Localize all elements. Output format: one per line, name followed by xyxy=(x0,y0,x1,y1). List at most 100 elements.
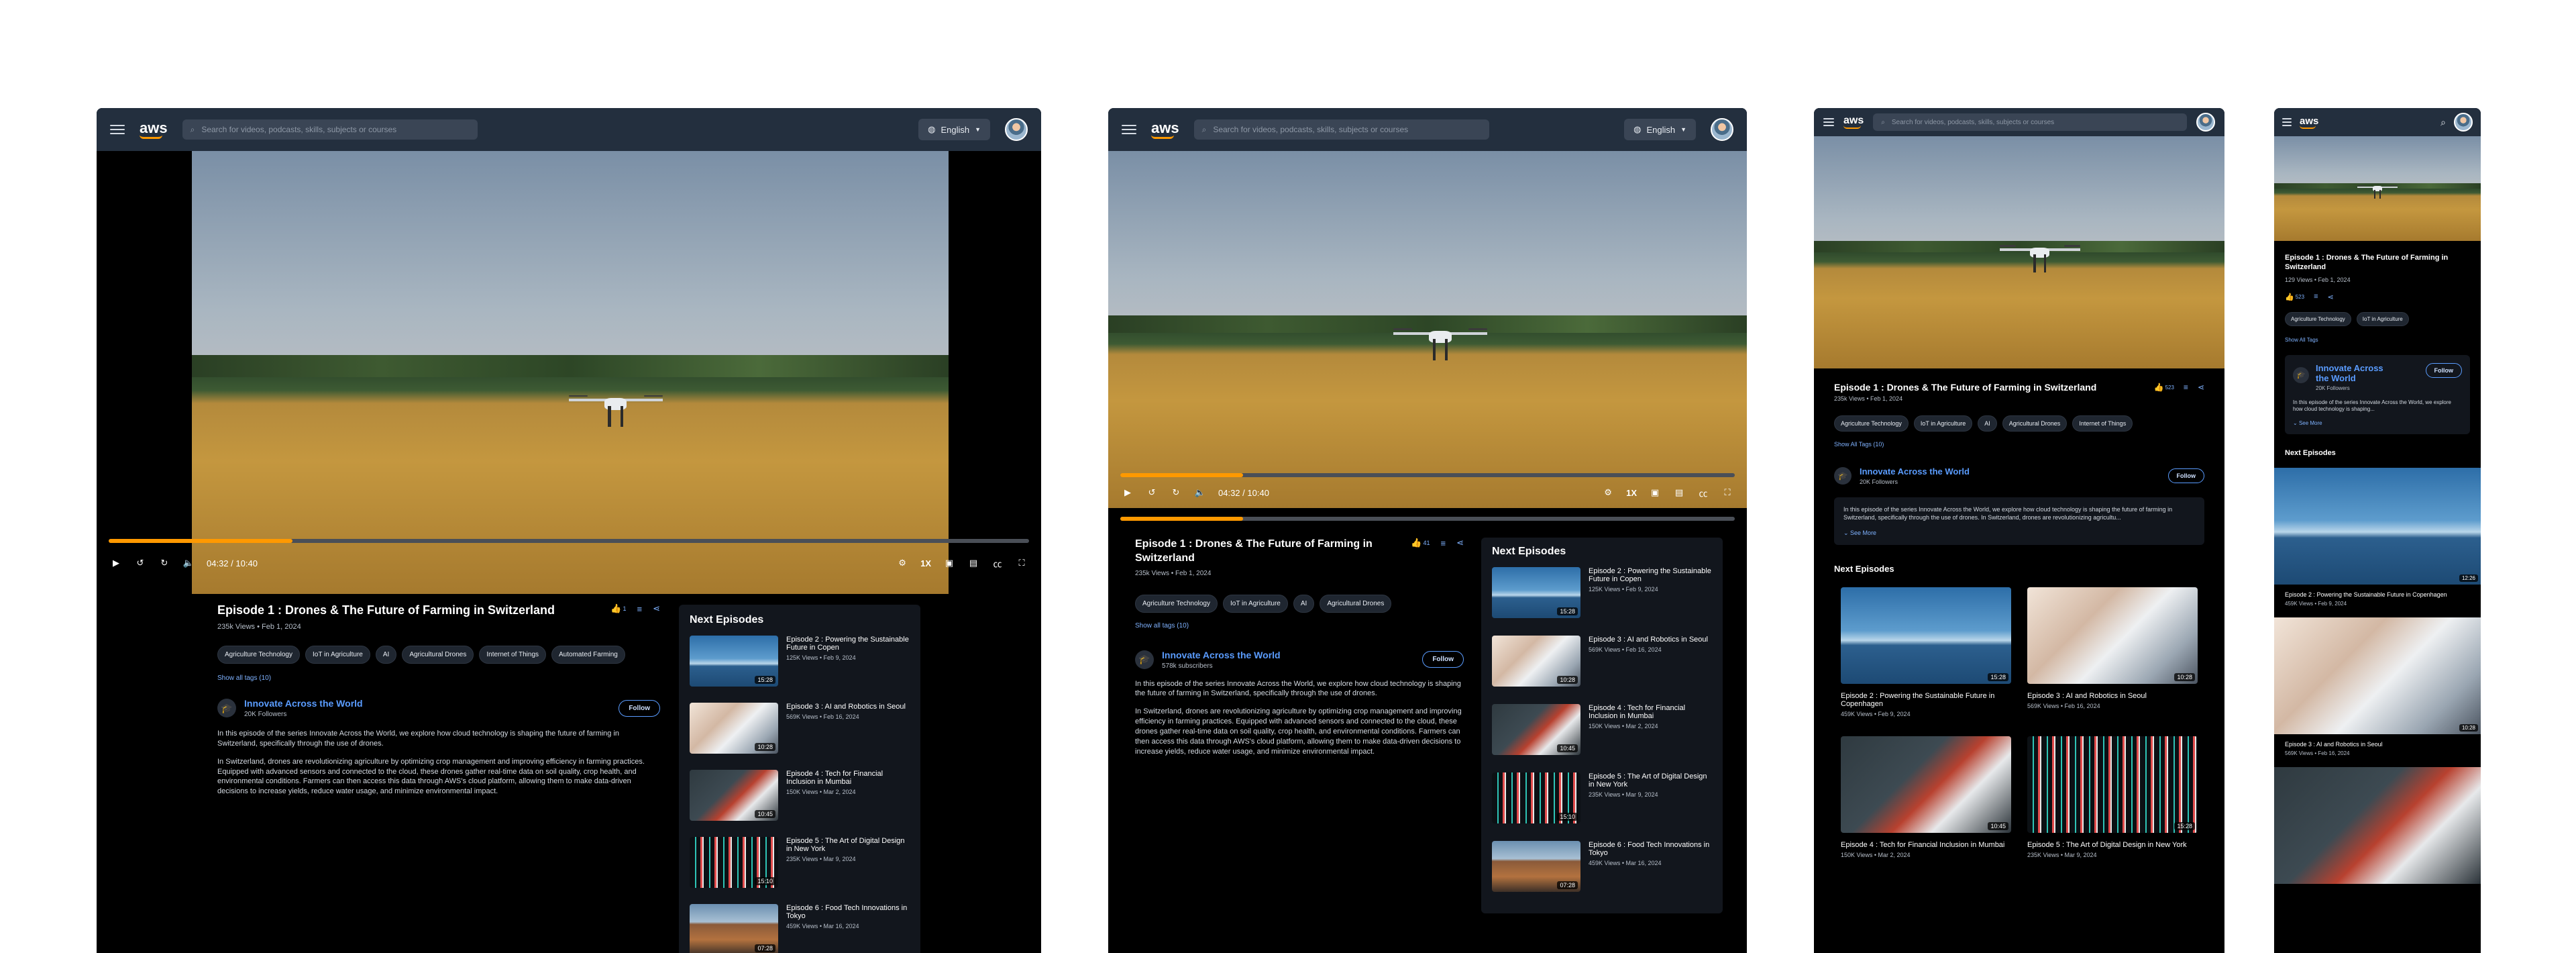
aws-logo[interactable]: aws xyxy=(1151,120,1179,139)
list-item[interactable]: 15:28 Episode 2 : Powering the Sustainabl… xyxy=(690,636,910,687)
play-icon[interactable]: ▶ xyxy=(110,557,122,569)
list-item[interactable]: 15:28 Episode 5 : The Art of Digital Desi… xyxy=(2027,736,2198,858)
tag-chip[interactable]: IoT in Agriculture xyxy=(1913,415,1973,432)
search-icon[interactable]: ⌕ xyxy=(2440,117,2446,128)
share-icon[interactable]: ⋖ xyxy=(1456,538,1464,548)
tag-chip[interactable]: Agriculture Technology xyxy=(1834,415,1909,432)
avatar[interactable] xyxy=(1711,118,1733,141)
list-item[interactable]: 15:28 Episode 2 : Powering the Sustainabl… xyxy=(1492,567,1712,618)
list-item[interactable]: 10:28 Episode 3 : AI and Robotics in Seo… xyxy=(2274,617,2481,756)
list-item[interactable]: 10:45 Episode 4 : Tech for Financial Incl… xyxy=(690,770,910,821)
share-icon[interactable]: ⋖ xyxy=(2327,293,2333,301)
tag-chip[interactable]: Automated Farming xyxy=(551,646,625,664)
search-bar[interactable]: ⌕ Search for videos, podcasts, skills, s… xyxy=(1873,113,2187,131)
fullscreen-icon[interactable]: ⛶ xyxy=(1721,487,1733,499)
video-player[interactable]: ▶ ↺ ↻ 🔈 04:32 / 10:40 ⚙ 1X ▣ ▤ ㏄ ⛶ xyxy=(97,151,1041,594)
aws-logo[interactable]: aws xyxy=(2300,116,2318,129)
menu-icon[interactable] xyxy=(110,125,125,134)
tag-chip[interactable]: Agriculture Technology xyxy=(1135,594,1218,613)
list-item[interactable]: 10:28 Episode 3 : AI and Robotics in Seou… xyxy=(1492,636,1712,687)
progress-bar[interactable] xyxy=(1120,473,1735,477)
avatar[interactable] xyxy=(2196,113,2215,132)
tag-chip[interactable]: Agricultural Drones xyxy=(402,646,474,664)
fullscreen-icon[interactable]: ⛶ xyxy=(1016,557,1028,569)
show-all-tags-link[interactable]: Show all tags (10) xyxy=(217,674,660,682)
list-item[interactable]: 10:28 Episode 3 : AI and Robotics in Seou… xyxy=(690,703,910,754)
forward-icon[interactable]: ↻ xyxy=(158,557,170,569)
volume-icon[interactable]: 🔈 xyxy=(182,557,195,569)
language-selector[interactable]: ◍ English ▼ xyxy=(1624,119,1696,140)
share-icon[interactable]: ⋖ xyxy=(2198,383,2204,392)
aws-logo[interactable]: aws xyxy=(140,120,168,139)
follow-button[interactable]: Follow xyxy=(2425,362,2462,378)
channel-name[interactable]: Innovate Across the World xyxy=(1162,650,1414,660)
list-item[interactable]: 15:10 Episode 5 : The Art of Digital Desi… xyxy=(1492,772,1712,823)
tag-chip[interactable]: AI xyxy=(375,646,397,664)
list-item[interactable]: 15:28 Episode 2 : Powering the Sustainabl… xyxy=(1841,587,2011,717)
play-icon[interactable]: ▶ xyxy=(1122,487,1134,499)
channel-name[interactable]: Innovate Across the World xyxy=(1860,466,2160,476)
menu-icon[interactable] xyxy=(1122,125,1136,134)
aws-logo[interactable]: aws xyxy=(1843,115,1864,129)
tag-chip[interactable]: Agricultural Drones xyxy=(1320,594,1392,613)
playlist-add-icon[interactable]: ≡ xyxy=(2314,293,2318,301)
list-item[interactable]: 10:45 Episode 4 : Tech for Financial Incl… xyxy=(1841,736,2011,858)
see-more-link[interactable]: ⌄ See More xyxy=(1843,530,2195,537)
pip-icon[interactable]: ▣ xyxy=(943,557,955,569)
tag-chip[interactable]: Internet of Things xyxy=(2072,415,2133,432)
avatar[interactable] xyxy=(2454,113,2473,132)
search-bar[interactable]: ⌕ Search for videos, podcasts, skills, s… xyxy=(1193,119,1489,140)
tag-chip[interactable]: IoT in Agriculture xyxy=(305,646,370,664)
progress-bar[interactable] xyxy=(1120,517,1735,521)
gear-icon[interactable]: ⚙ xyxy=(896,557,908,569)
tag-chip[interactable]: AI xyxy=(1293,594,1315,613)
tag-chip[interactable]: IoT in Agriculture xyxy=(2356,311,2409,326)
menu-icon[interactable] xyxy=(2282,118,2292,126)
pip-icon[interactable]: ▣ xyxy=(1649,487,1661,499)
list-item[interactable]: 10:28 Episode 3 : AI and Robotics in Seou… xyxy=(2027,587,2198,717)
list-item[interactable]: 12:26 Episode 2 : Powering the Sustainab… xyxy=(2274,468,2481,607)
rewind-icon[interactable]: ↺ xyxy=(1146,487,1158,499)
show-all-tags-link[interactable]: Show All Tags (10) xyxy=(1834,441,2204,448)
list-item[interactable]: 07:28 Episode 6 : Food Tech Innovations i… xyxy=(690,904,910,953)
video-frame[interactable] xyxy=(2274,136,2481,241)
transcript-icon[interactable]: ▤ xyxy=(967,557,979,569)
tag-chip[interactable]: Agriculture Technology xyxy=(2285,311,2351,326)
playlist-add-icon[interactable]: ≡ xyxy=(1441,538,1446,548)
show-all-tags-link[interactable]: Show all tags (10) xyxy=(1135,622,1464,630)
tag-chip[interactable]: Agriculture Technology xyxy=(217,646,300,664)
list-item[interactable]: 10:45 Episode 4 : Tech for Financial Incl… xyxy=(1492,704,1712,755)
tag-chip[interactable]: IoT in Agriculture xyxy=(1223,594,1288,613)
speed-button[interactable]: 1X xyxy=(1626,488,1637,498)
avatar[interactable] xyxy=(1005,118,1028,141)
channel-name[interactable]: Innovate Across the World xyxy=(244,698,610,709)
follow-button[interactable]: Follow xyxy=(2167,468,2204,483)
tag-chip[interactable]: AI xyxy=(1978,415,1997,432)
search-bar[interactable]: ⌕ Search for videos, podcasts, skills, s… xyxy=(182,119,478,140)
see-more-link[interactable]: ⌄ See More xyxy=(2293,420,2462,426)
channel-name-line2[interactable]: the World xyxy=(2316,373,2419,383)
captions-icon[interactable]: ㏄ xyxy=(1697,487,1709,499)
show-all-tags-link[interactable]: Show All Tags xyxy=(2285,337,2470,343)
playlist-add-icon[interactable]: ≡ xyxy=(2184,383,2188,392)
share-icon[interactable]: ⋖ xyxy=(653,603,660,614)
progress-bar[interactable] xyxy=(109,539,1029,543)
speed-button[interactable]: 1X xyxy=(920,558,931,568)
like-button[interactable]: 👍 1 xyxy=(610,603,626,614)
playlist-add-icon[interactable]: ≡ xyxy=(637,603,643,614)
like-button[interactable]: 👍 41 xyxy=(1411,538,1430,548)
channel-name-line1[interactable]: Innovate Across xyxy=(2316,363,2419,373)
forward-icon[interactable]: ↻ xyxy=(1170,487,1182,499)
list-item[interactable] xyxy=(2274,767,2481,885)
like-button[interactable]: 👍 523 xyxy=(2285,293,2304,301)
tag-chip[interactable]: Internet of Things xyxy=(479,646,547,664)
menu-icon[interactable] xyxy=(1823,118,1834,126)
list-item[interactable]: 07:28 Episode 6 : Food Tech Innovations i… xyxy=(1492,841,1712,892)
transcript-icon[interactable]: ▤ xyxy=(1673,487,1685,499)
follow-button[interactable]: Follow xyxy=(619,699,660,717)
follow-button[interactable]: Follow xyxy=(1422,651,1464,668)
like-button[interactable]: 👍 523 xyxy=(2154,383,2174,392)
captions-icon[interactable]: ㏄ xyxy=(991,557,1004,569)
video-frame[interactable] xyxy=(1814,136,2224,368)
list-item[interactable]: 15:10 Episode 5 : The Art of Digital Desi… xyxy=(690,837,910,888)
